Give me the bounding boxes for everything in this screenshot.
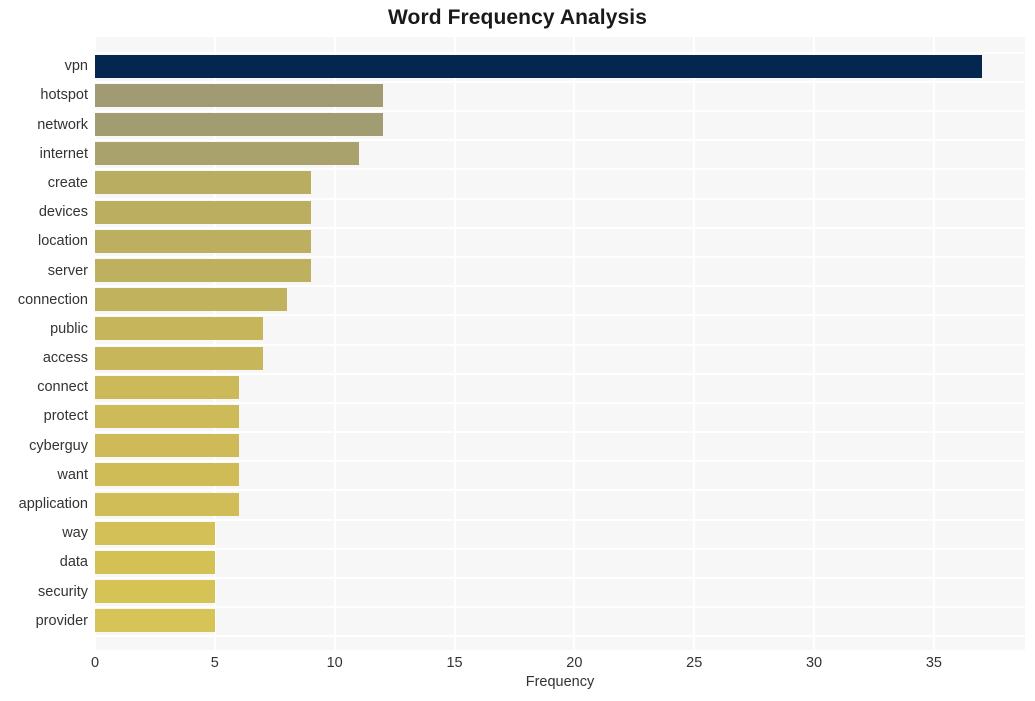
bar [95, 113, 383, 137]
gridline-horizontal [95, 255, 1025, 258]
y-tick-label: vpn [64, 58, 88, 75]
gridline-horizontal [95, 372, 1025, 375]
bar [95, 434, 239, 458]
x-tick-label: 0 [90, 655, 100, 671]
y-tick-label: internet [39, 145, 88, 162]
gridline-horizontal [95, 460, 1025, 463]
gridline-horizontal [95, 51, 1025, 54]
bar [95, 550, 215, 574]
gridline-horizontal [95, 197, 1025, 200]
gridline-horizontal [95, 80, 1025, 83]
y-tick-label: access [42, 350, 88, 367]
gridline-horizontal [95, 343, 1025, 346]
gridline-horizontal [95, 489, 1025, 492]
x-tick-label: 15 [446, 655, 463, 671]
y-axis-labels: vpn hotspot network internet create devices lo… [0, 37, 88, 650]
chart-figure: Word Frequency Analysis vpn hotspot networ… [0, 0, 1035, 701]
y-tick-label: public [50, 320, 88, 337]
bar [95, 83, 383, 107]
gridline-horizontal [95, 577, 1025, 580]
y-tick-label: way [62, 525, 88, 542]
y-tick-label: devices [38, 204, 88, 221]
bar [95, 609, 215, 633]
bar [95, 142, 359, 166]
bar [95, 404, 239, 428]
gridline-horizontal [95, 401, 1025, 404]
y-tick-label: data [59, 554, 88, 571]
bar [95, 171, 311, 195]
y-tick-label: application [18, 496, 88, 513]
y-tick-label: cyberguy [29, 437, 88, 454]
gridline-horizontal [95, 606, 1025, 609]
plot-area [95, 37, 1025, 650]
x-axis-title: Frequency [525, 674, 595, 690]
bar [95, 288, 287, 312]
bar [95, 463, 239, 487]
bar [95, 492, 239, 516]
y-tick-label: provider [35, 612, 88, 629]
y-tick-label: location [38, 233, 88, 250]
gridline-horizontal [95, 518, 1025, 521]
gridline-horizontal [95, 109, 1025, 112]
gridline-horizontal [95, 635, 1025, 638]
y-tick-label: hotspot [40, 87, 88, 104]
bar [95, 54, 982, 78]
gridline-horizontal [95, 314, 1025, 317]
bar [95, 200, 311, 224]
y-tick-label: connection [17, 291, 88, 308]
gridline-horizontal [95, 285, 1025, 288]
bar [95, 259, 311, 283]
y-tick-label: connect [37, 379, 88, 396]
gridline-horizontal [95, 547, 1025, 550]
x-tick-label: 5 [210, 655, 219, 671]
y-tick-label: protect [43, 408, 88, 425]
x-tick-label: 25 [686, 655, 703, 671]
gridline-horizontal [95, 168, 1025, 171]
x-tick-label: 30 [805, 655, 823, 671]
x-tick-label: 20 [566, 655, 583, 671]
y-tick-label: security [38, 583, 88, 600]
gridline-horizontal [95, 226, 1025, 229]
bar [95, 580, 215, 604]
bar [95, 346, 263, 370]
bar [95, 375, 239, 399]
bar [95, 229, 311, 253]
chart-title: Word Frequency Analysis [387, 6, 648, 29]
y-tick-label: server [47, 262, 88, 279]
x-tick-label: 35 [925, 655, 942, 671]
x-tick-label: 10 [326, 655, 343, 671]
y-tick-label: network [37, 116, 88, 133]
gridline-horizontal [95, 431, 1025, 434]
bar [95, 317, 263, 341]
y-tick-label: create [47, 174, 88, 191]
y-tick-label: want [57, 466, 88, 483]
gridline-horizontal [95, 139, 1025, 142]
bar [95, 521, 215, 545]
